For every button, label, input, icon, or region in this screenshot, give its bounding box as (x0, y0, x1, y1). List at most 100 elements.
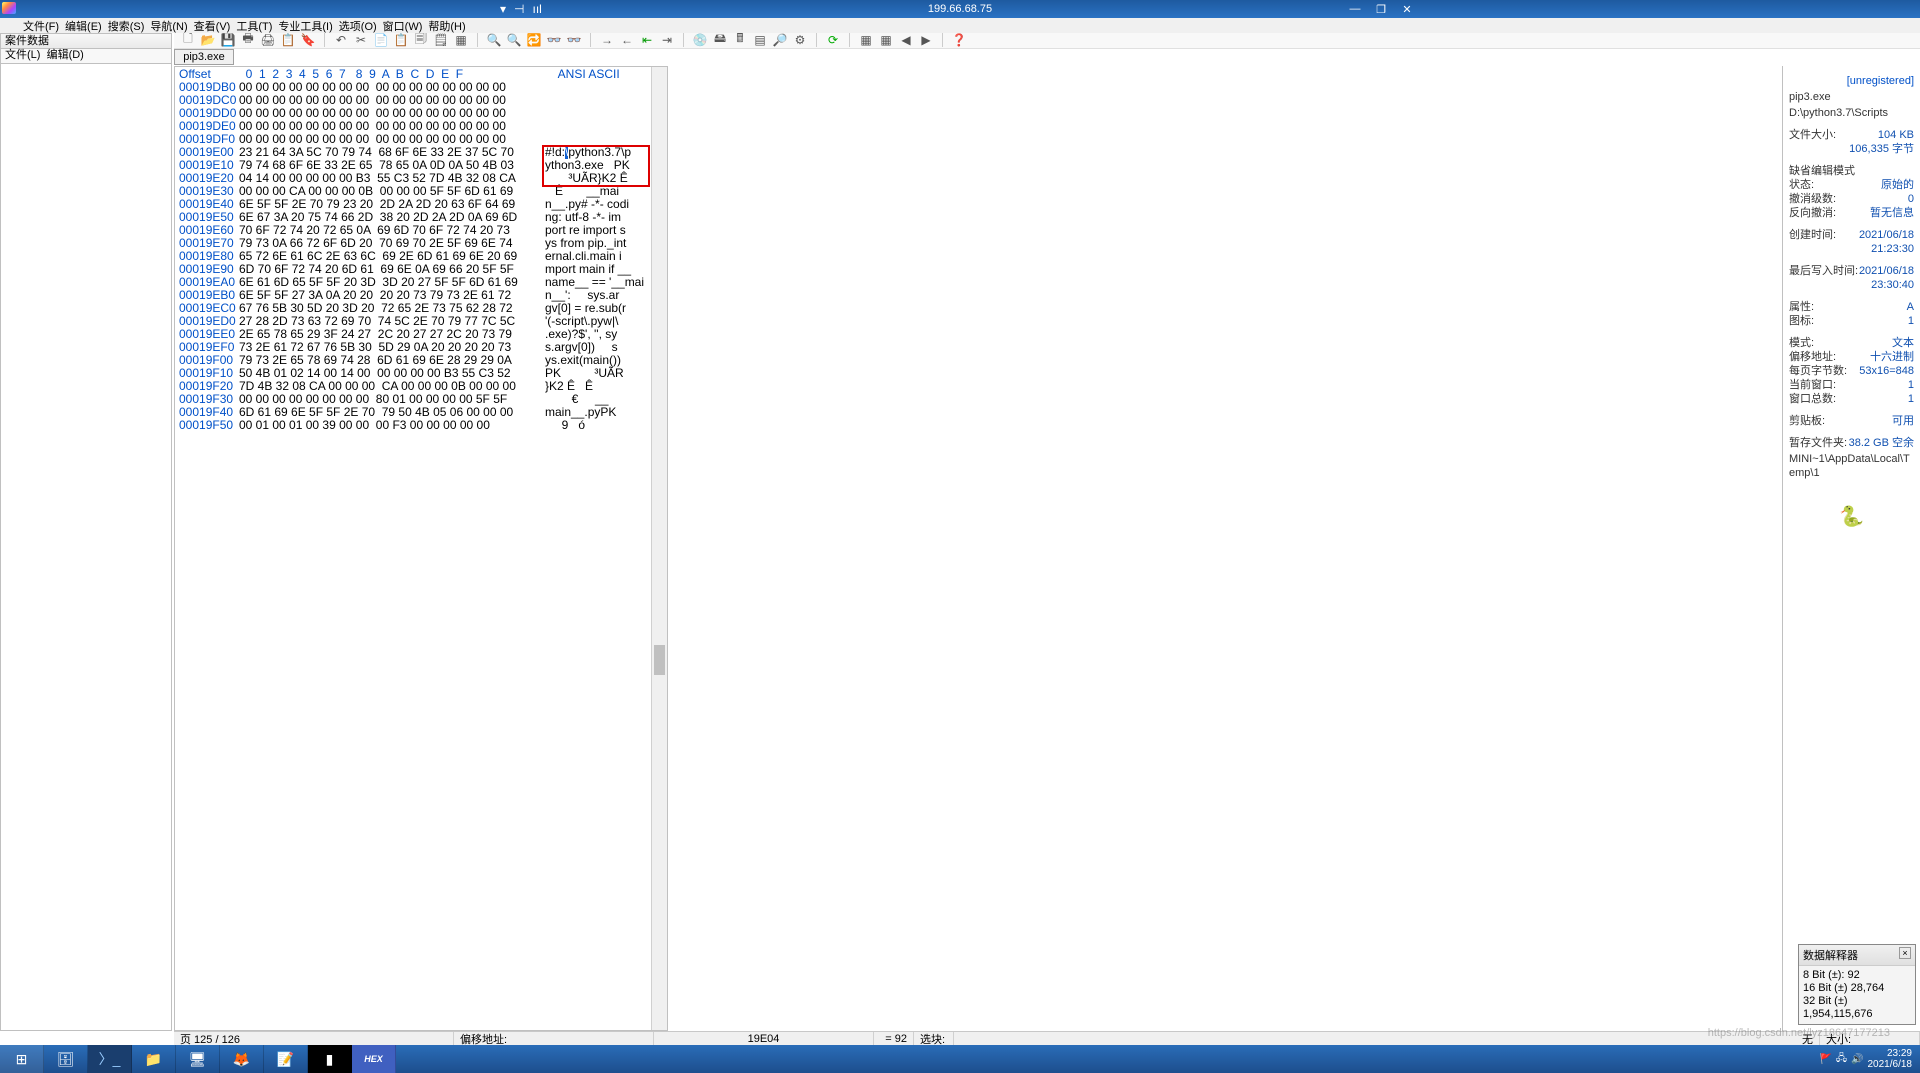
status-offset-value: 19E04 (654, 1032, 874, 1045)
unregistered-label: [unregistered] (1789, 74, 1914, 88)
prev-icon[interactable]: ◀ (898, 32, 914, 48)
task-cmd[interactable]: ▮ (308, 1045, 352, 1073)
task-server-manager[interactable]: 🗄 (44, 1045, 88, 1073)
properties-icon[interactable]: 📋 (280, 32, 296, 48)
help-icon[interactable]: ❓ (951, 32, 967, 48)
tab-file[interactable]: pip3.exe (174, 49, 234, 65)
menu-tools[interactable]: 工具(T) (233, 18, 275, 34)
tray-network-icon[interactable]: 🖧 (1836, 1051, 1847, 1068)
paste-special-icon[interactable]: 🗒 (433, 32, 449, 48)
status-offset-label: 偏移地址: (454, 1032, 654, 1045)
find-list-icon[interactable]: 👓 (566, 32, 582, 48)
status-eq: = 92 (874, 1032, 914, 1045)
interp-16bit: 16 Bit (±) 28,764 (1803, 982, 1911, 995)
ascii-header: ANSI ASCII (541, 67, 667, 81)
python-icon: 🐍 (1789, 510, 1914, 524)
menu-help[interactable]: 帮助(H) (425, 18, 468, 34)
taskbar: ⊞ 🗄 〉_ 📁 🖥 🦊 📝 ▮ HEX 🚩 🖧 🔊 23:292021/6/1… (0, 1045, 1920, 1073)
bookmark-icon[interactable]: 🔖 (300, 32, 316, 48)
interp-8bit: 8 Bit (±): 92 (1803, 969, 1911, 982)
new-icon[interactable]: 🗋 (180, 32, 196, 48)
info-panel: [unregistered] pip3.exe D:\python3.7\Scr… (1782, 66, 1920, 1031)
remote-session-titlebar: ▾ ⊣ ııl 199.66.68.75 — ❐ ✕ (0, 0, 1920, 18)
copy-icon[interactable]: 📄 (373, 32, 389, 48)
task-desktop[interactable]: 🖥 (176, 1045, 220, 1073)
back-icon[interactable]: ← (619, 32, 635, 48)
interp-32bit: 32 Bit (±) 1,954,115,676 (1803, 995, 1911, 1021)
task-firefox[interactable]: 🦊 (220, 1045, 264, 1073)
define-block-icon[interactable]: ▦ (453, 32, 469, 48)
toolbar: 🗋 📂 💾 🖶 🖨 📋 🔖 ↶ ✂ 📄 📋 🗐 🗒 ▦ 🔍 🔍 🔁 👓 👓 → … (174, 31, 1920, 49)
offset-header: Offset (175, 67, 239, 81)
remote-min-icon[interactable]: — (1343, 1, 1367, 17)
tray-flag-icon[interactable]: 🚩 (1819, 1054, 1831, 1065)
menu-spec[interactable]: 专业工具(I) (275, 18, 335, 34)
ram-icon[interactable]: 🖴 (712, 32, 728, 48)
menu-opt[interactable]: 选项(O) (336, 18, 380, 34)
menu-bar: 文件(F) 编辑(E) 搜索(S) 导航(N) 查看(V) 工具(T) 专业工具… (0, 18, 1920, 33)
menu-file[interactable]: 文件(F) (20, 18, 62, 34)
remote-ip: 199.66.68.75 (928, 3, 992, 15)
menu-nav[interactable]: 导航(N) (147, 18, 190, 34)
pin-icon[interactable]: ▾ (500, 2, 506, 16)
open-icon[interactable]: 📂 (200, 32, 216, 48)
cut-icon[interactable]: ✂ (353, 32, 369, 48)
remote-restore-icon[interactable]: ❐ (1369, 1, 1393, 17)
hex-editor[interactable]: Offset 0 1 2 3 4 5 6 7 8 9 A B C D E F A… (174, 66, 668, 1031)
forward-icon[interactable]: ⇤ (639, 32, 655, 48)
tray-sound-icon[interactable]: 🔊 (1851, 1054, 1863, 1065)
signal-icon: ııl (532, 2, 541, 16)
refresh-icon[interactable]: ⟳ (825, 32, 841, 48)
replace-icon[interactable]: 🔁 (526, 32, 542, 48)
next-icon[interactable]: ▶ (918, 32, 934, 48)
hex-header: Offset 0 1 2 3 4 5 6 7 8 9 A B C D E F A… (175, 67, 667, 81)
menu-view[interactable]: 查看(V) (191, 18, 234, 34)
remote-close-icon[interactable]: ✕ (1395, 1, 1419, 17)
tray-clock[interactable]: 23:292021/6/18 (1868, 1048, 1913, 1070)
task-hex[interactable]: HEX (352, 1045, 396, 1073)
case-tree[interactable] (0, 64, 172, 1031)
save-as-icon[interactable]: 🖶 (240, 32, 256, 48)
watermark: https://blog.csdn.net/lyz18647177213 (1708, 1027, 1890, 1039)
interpreter-title: 数据解释器 (1803, 947, 1858, 963)
find-again-icon[interactable]: 👓 (546, 32, 562, 48)
analysis-icon[interactable]: 🔎 (772, 32, 788, 48)
hex-scrollbar[interactable] (651, 67, 667, 1030)
position-icon[interactable]: ⇥ (659, 32, 675, 48)
menu-search[interactable]: 搜索(S) (105, 18, 148, 34)
find-hex-icon[interactable]: 🔍 (506, 32, 522, 48)
app-icon (2, 2, 16, 14)
menu-window[interactable]: 窗口(W) (380, 18, 426, 34)
thumbtack-icon[interactable]: ⊣ (514, 2, 524, 16)
status-sel-label: 选块: (914, 1032, 954, 1045)
disk-icon[interactable]: 💿 (692, 32, 708, 48)
case-menu-edit[interactable]: 编辑(D) (47, 49, 84, 61)
toggle-ascii-icon[interactable]: ▦ (858, 32, 874, 48)
data-interpreter[interactable]: 数据解释器 × 8 Bit (±): 92 16 Bit (±) 28,764 3… (1798, 944, 1916, 1025)
statusbar: 页 125 / 126 偏移地址: 19E04 = 92 选块: 无 大小: (174, 1031, 1920, 1045)
clipboard-data-icon[interactable]: 🗐 (413, 32, 429, 48)
goto-icon[interactable]: → (599, 32, 615, 48)
task-notepad[interactable]: 📝 (264, 1045, 308, 1073)
print-icon[interactable]: 🖨 (260, 32, 276, 48)
save-icon[interactable]: 💾 (220, 32, 236, 48)
toggle-grid-icon[interactable]: ▦ (878, 32, 894, 48)
undo-icon[interactable]: ↶ (333, 32, 349, 48)
menu-edit[interactable]: 编辑(E) (62, 18, 105, 34)
filepath: D:\python3.7\Scripts (1789, 106, 1914, 120)
task-explorer[interactable]: 📁 (132, 1045, 176, 1073)
paste-icon[interactable]: 📋 (393, 32, 409, 48)
calc-icon[interactable]: 🖩 (732, 32, 748, 48)
task-powershell[interactable]: 〉_ (88, 1045, 132, 1073)
interpreter-close-icon[interactable]: × (1899, 947, 1911, 959)
system-tray[interactable]: 🚩 🖧 🔊 23:292021/6/18 (1819, 1048, 1920, 1070)
case-menu-file[interactable]: 文件(L) (5, 49, 40, 61)
find-icon[interactable]: 🔍 (486, 32, 502, 48)
hex-row[interactable]: 00019F5000 01 00 01 00 39 00 00 00 F3 00… (175, 419, 667, 432)
filename: pip3.exe (1789, 90, 1914, 104)
columns-header: 0 1 2 3 4 5 6 7 8 9 A B C D E F (239, 67, 541, 81)
start-button[interactable]: ⊞ (0, 1045, 44, 1073)
gear-icon[interactable]: ⚙ (792, 32, 808, 48)
template-icon[interactable]: ▤ (752, 32, 768, 48)
status-page: 页 125 / 126 (174, 1032, 454, 1045)
